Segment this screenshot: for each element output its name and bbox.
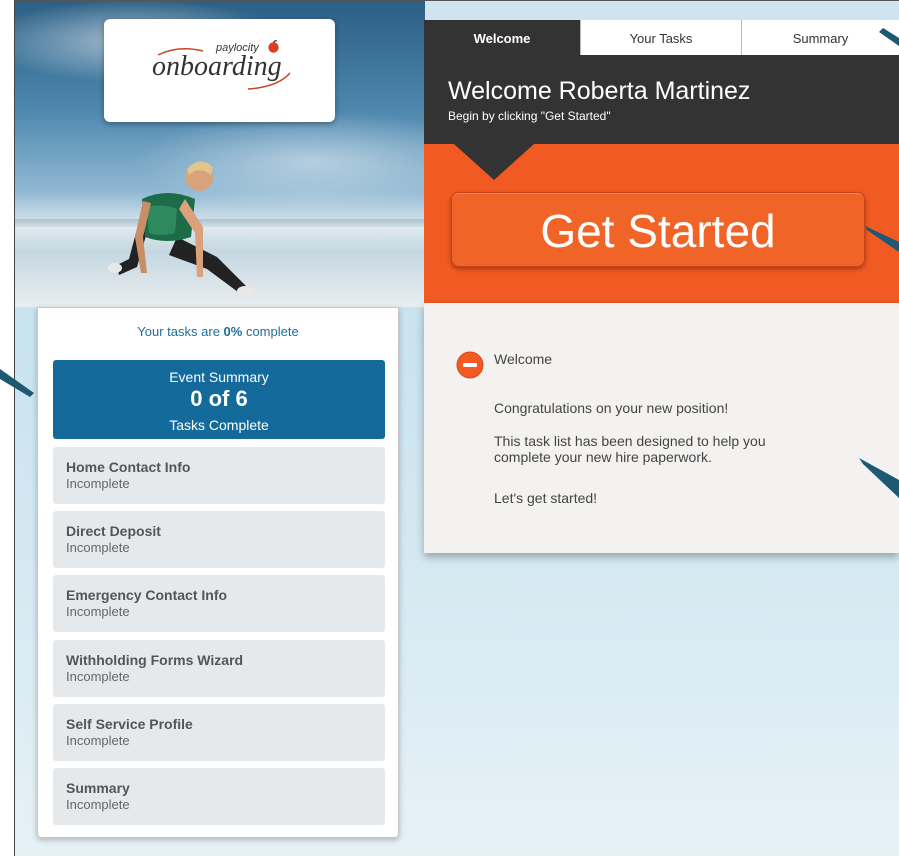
task-item-self-service-profile[interactable]: Self Service Profile Incomplete <box>53 704 385 761</box>
logo-product-text: onboarding <box>152 51 282 82</box>
task-status: Incomplete <box>66 540 130 555</box>
task-name: Self Service Profile <box>66 716 193 732</box>
welcome-content-card: Welcome Congratulations on your new posi… <box>424 303 899 553</box>
callout-pointer-icon <box>859 458 899 498</box>
task-status: Incomplete <box>66 669 130 684</box>
section-label-welcome: Welcome <box>494 351 553 367</box>
welcome-subtitle: Begin by clicking "Get Started" <box>448 109 611 123</box>
task-status: Incomplete <box>66 604 130 619</box>
event-summary-count: 0 of 6 <box>190 386 248 411</box>
tab-summary[interactable]: Summary <box>742 20 899 55</box>
tab-your-tasks[interactable]: Your Tasks <box>581 20 742 55</box>
get-started-button[interactable]: Get Started <box>451 192 865 267</box>
content-description-line1: This task list has been designed to help… <box>494 433 766 449</box>
logo-card[interactable]: paylocity onboarding <box>104 19 335 122</box>
task-name: Withholding Forms Wizard <box>66 652 244 668</box>
progress-percent: 0% <box>223 324 243 339</box>
callout-pointer-icon <box>879 28 899 46</box>
content-description-line2: complete your new hire paperwork. <box>494 449 712 465</box>
collapse-minus-icon[interactable] <box>456 351 484 379</box>
task-status: Incomplete <box>66 733 130 748</box>
progress-prefix: Your tasks are <box>137 324 224 339</box>
task-name: Emergency Contact Info <box>66 587 228 603</box>
task-name: Home Contact Info <box>66 459 191 475</box>
progress-suffix: complete <box>242 324 299 339</box>
tab-welcome[interactable]: Welcome <box>424 20 581 55</box>
task-name: Direct Deposit <box>66 523 161 539</box>
task-panel: Your tasks are 0% complete Event Summary… <box>37 307 399 838</box>
event-summary-title: Event Summary <box>169 369 269 385</box>
tab-bar: Welcome Your Tasks Summary <box>424 20 899 55</box>
task-item-home-contact-info[interactable]: Home Contact Info Incomplete <box>53 447 385 504</box>
task-status: Incomplete <box>66 797 130 812</box>
content-congrats: Congratulations on your new position! <box>494 400 729 416</box>
callout-pointer-icon <box>865 226 899 252</box>
callout-pointer-icon <box>0 369 34 397</box>
athlete-illustration <box>108 161 253 296</box>
header-pointer-notch <box>454 144 534 180</box>
task-status: Incomplete <box>66 476 130 491</box>
event-summary-box[interactable]: Event Summary 0 of 6 Tasks Complete <box>53 360 385 439</box>
task-item-direct-deposit[interactable]: Direct Deposit Incomplete <box>53 511 385 568</box>
welcome-header: Welcome Roberta Martinez Begin by clicki… <box>424 55 899 144</box>
progress-text: Your tasks are 0% complete <box>38 324 398 339</box>
welcome-title: Welcome Roberta Martinez <box>448 77 751 105</box>
content-lets-start: Let's get started! <box>494 490 598 506</box>
task-item-summary[interactable]: Summary Incomplete <box>53 768 385 825</box>
task-item-emergency-contact-info[interactable]: Emergency Contact Info Incomplete <box>53 575 385 632</box>
task-item-withholding-forms-wizard[interactable]: Withholding Forms Wizard Incomplete <box>53 640 385 697</box>
task-name: Summary <box>66 780 130 796</box>
event-summary-subtitle: Tasks Complete <box>169 417 269 433</box>
